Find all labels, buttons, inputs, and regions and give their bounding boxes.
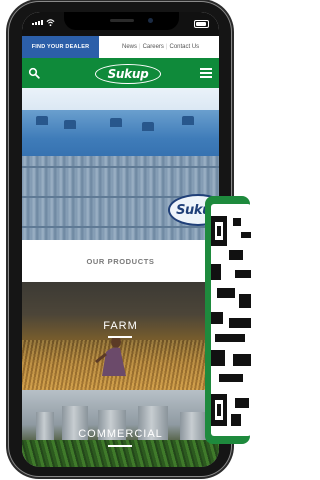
status-bar [22,12,219,36]
phone-screen: FIND YOUR DEALER News | Careers | Contac… [22,12,219,467]
camera-notch [64,12,179,30]
roof-vent [142,122,154,131]
roof-vent [110,118,122,127]
bin-band [22,226,219,228]
sukup-logo[interactable]: Sukup [95,64,161,84]
farmer-figure [95,336,126,376]
find-dealer-button[interactable]: FIND YOUR DEALER [22,36,99,58]
farm-label: FARM [103,320,138,332]
commercial-label: COMMERCIAL [78,428,163,440]
front-camera [148,18,153,23]
qr-module [211,350,225,366]
utility-bar: FIND YOUR DEALER News | Careers | Contac… [22,36,219,59]
careers-link[interactable]: Careers [141,44,166,50]
news-link[interactable]: News [120,44,139,50]
qr-module [219,374,243,382]
qr-finder-center [217,226,221,236]
commercial-underline [108,445,132,447]
products-section-header: OUR PRODUCTS [22,240,219,282]
hero-banner: Sukup [22,88,219,240]
qr-module [211,312,223,324]
qr-module [217,288,235,298]
qr-finder-center [217,404,221,416]
qr-code [211,204,251,436]
wifi-icon [46,19,55,27]
commercial-panel[interactable]: COMMERCIAL [22,390,219,467]
farm-panel[interactable]: FARM [22,282,219,390]
section-title: OUR PRODUCTS [86,256,155,266]
speaker-grille [110,19,134,22]
search-icon[interactable] [28,67,40,79]
qr-module [229,250,243,260]
qr-module [235,398,249,408]
qr-module [211,264,221,280]
qr-code-card [205,196,251,444]
battery-icon [194,20,209,28]
utility-links: News | Careers | Contact Us [120,36,201,58]
contact-us-link[interactable]: Contact Us [167,44,201,50]
farm-underline [108,336,132,338]
qr-module [241,232,251,238]
qr-module [229,318,251,328]
site-header: Sukup [22,58,219,88]
roof-vent [182,116,194,125]
bin-roofs [22,110,219,158]
qr-module [235,270,251,278]
signal-bars-icon [32,20,43,25]
hamburger-menu-icon[interactable] [200,68,212,78]
qr-module [233,354,251,366]
roof-vent [64,120,76,129]
qr-module [239,294,251,308]
bin-band [22,166,219,168]
qr-module [233,218,241,226]
roof-vent [36,116,48,125]
qr-module [231,414,241,426]
qr-module [215,334,245,342]
